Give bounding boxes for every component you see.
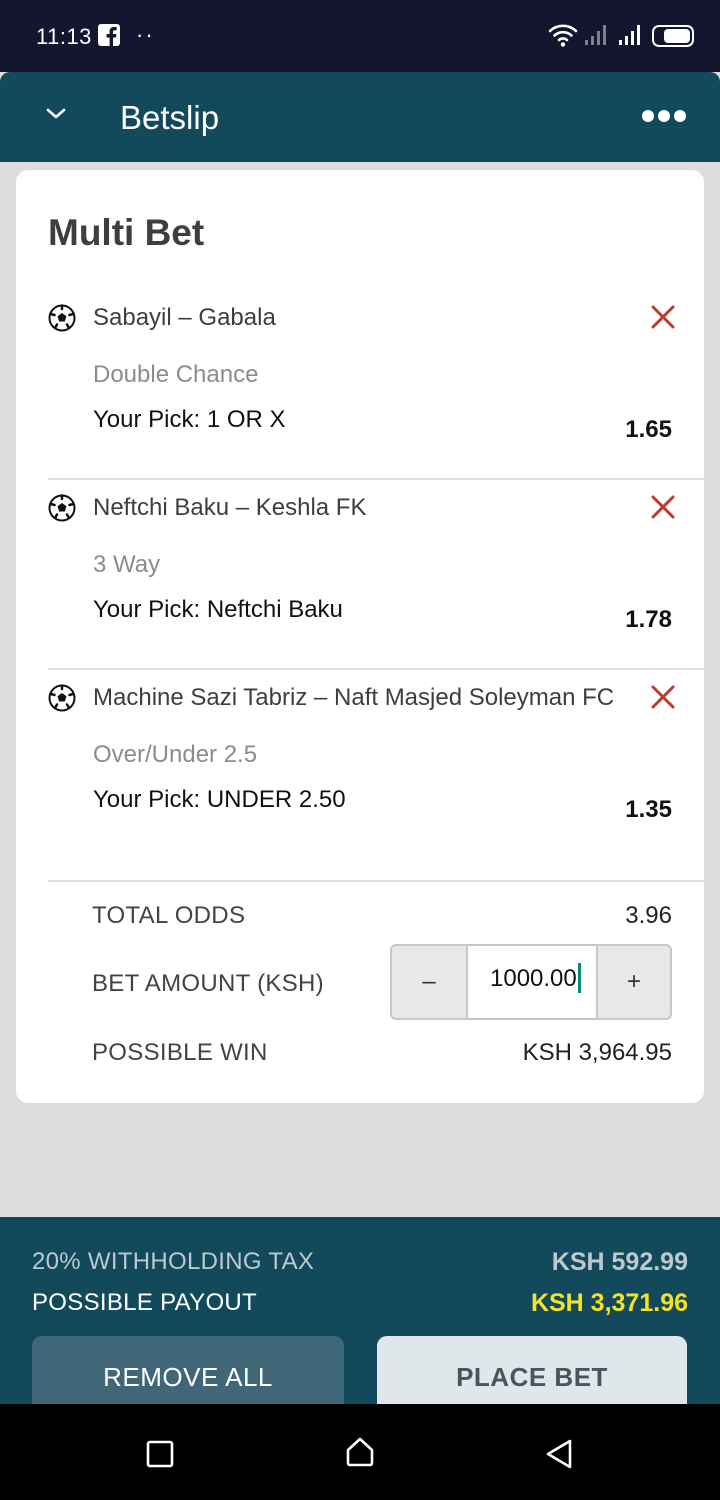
market-name: Over/Under 2.5 <box>93 741 258 768</box>
possible-payout-value: KSH 3,371.96 <box>530 1289 688 1317</box>
place-bet-button[interactable]: PLACE BET <box>377 1336 687 1404</box>
possible-win-value: KSH 3,964.95 <box>522 1039 672 1066</box>
soccer-ball-icon <box>48 304 76 337</box>
your-pick: Your Pick: 1 OR X <box>93 406 286 433</box>
decrease-amount-button[interactable]: – <box>392 946 466 1018</box>
signal-icon <box>584 24 610 51</box>
battery-icon <box>652 25 694 47</box>
text-cursor <box>577 962 581 993</box>
soccer-ball-icon <box>48 494 76 527</box>
bet-amount-label: BET AMOUNT (KSH) <box>92 970 324 997</box>
pick-odds: 1.65 <box>625 416 672 443</box>
your-pick: Your Pick: Neftchi Baku <box>93 596 343 623</box>
chevron-down-icon[interactable] <box>44 106 68 127</box>
close-icon[interactable] <box>648 492 678 522</box>
withholding-tax-value: KSH 592.99 <box>551 1248 688 1276</box>
close-icon[interactable] <box>648 302 678 332</box>
your-pick: Your Pick: UNDER 2.50 <box>93 786 346 813</box>
total-odds-value: 3.96 <box>625 902 672 929</box>
withholding-tax-label: 20% WITHHOLDING TAX <box>32 1248 315 1275</box>
total-odds-label: TOTAL ODDS <box>92 902 246 929</box>
wifi-icon <box>548 22 578 53</box>
soccer-ball-icon <box>48 684 76 717</box>
status-time: 11:13 <box>36 24 92 49</box>
betslip-footer: 20% WITHHOLDING TAX KSH 592.99 POSSIBLE … <box>0 1217 720 1404</box>
market-name: Double Chance <box>93 361 259 388</box>
bet-item: Sabayil – Gabala Double Chance Your Pick… <box>48 290 704 480</box>
notification-dots-icon: ·· <box>136 22 155 47</box>
nav-back-icon[interactable] <box>544 1438 574 1475</box>
bet-item: Neftchi Baku – Keshla FK 3 Way Your Pick… <box>48 480 704 670</box>
betslip-card: Multi Bet Sabayil – Gabala Double Chance… <box>16 170 704 1103</box>
remove-all-button[interactable]: REMOVE ALL <box>32 1336 344 1404</box>
increase-amount-button[interactable]: + <box>598 946 670 1018</box>
more-icon[interactable] <box>640 108 688 129</box>
possible-payout-label: POSSIBLE PAYOUT <box>32 1289 258 1316</box>
system-nav-bar <box>0 1404 720 1500</box>
nav-square-icon[interactable] <box>146 1440 174 1473</box>
facebook-icon <box>98 24 120 46</box>
close-icon[interactable] <box>648 682 678 712</box>
bet-item: Machine Sazi Tabriz – Naft Masjed Soleym… <box>48 670 704 860</box>
match-name: Neftchi Baku – Keshla FK <box>93 494 367 521</box>
summary-divider <box>48 880 704 882</box>
nav-home-icon[interactable] <box>344 1436 376 1473</box>
page-title: Betslip <box>120 99 220 136</box>
bet-amount-value: 1000.00 <box>490 965 577 992</box>
possible-win-label: POSSIBLE WIN <box>92 1039 268 1066</box>
match-name: Sabayil – Gabala <box>93 304 276 331</box>
bet-amount-stepper: – 1000.00 + <box>390 944 672 1020</box>
match-name: Machine Sazi Tabriz – Naft Masjed Soleym… <box>93 684 615 711</box>
betslip-header: Betslip <box>0 72 720 162</box>
bet-amount-input[interactable]: 1000.00 <box>466 946 598 1018</box>
market-name: 3 Way <box>93 551 161 578</box>
pick-odds: 1.35 <box>625 796 672 823</box>
status-bar: 11:13 ·· <box>0 0 720 72</box>
bet-type-title: Multi Bet <box>48 212 205 253</box>
signal-icon <box>618 24 644 51</box>
pick-odds: 1.78 <box>625 606 672 633</box>
